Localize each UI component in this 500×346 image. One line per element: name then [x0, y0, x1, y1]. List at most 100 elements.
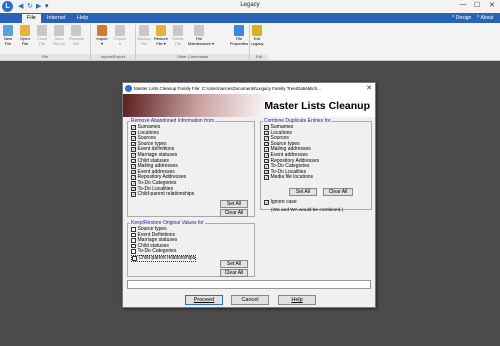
remove-clear-all-button[interactable]: Clear All [220, 209, 248, 217]
remove-box-event-definitions[interactable]: ✓ [131, 147, 136, 152]
ribbon-button-exit-legacy[interactable]: Exit Legacy [250, 25, 264, 46]
remove-box-child-statuses[interactable]: ✓ [131, 158, 136, 163]
design-menu[interactable]: ^ Design [452, 15, 471, 21]
remove-box-mailing-addresses[interactable]: ✓ [131, 164, 136, 169]
maximize-icon[interactable]: ☐ [470, 1, 484, 9]
remove-box-child-parent-relationships[interactable]: ✓ [131, 192, 136, 197]
ignore-case-label: Ignore case [270, 199, 297, 205]
ribbon-button-label: Save File As [52, 36, 65, 46]
ribbon-button-save-file-as[interactable]: Save File As [52, 25, 66, 46]
ribbon-button-backup-file[interactable]: Backup File [137, 25, 151, 46]
ribbon-button-label: File Properties [229, 36, 249, 46]
restore-box-child-statuses[interactable] [131, 243, 136, 249]
restore-box-source-types[interactable] [131, 227, 136, 232]
title-bar: L ◀ ↻ ▶ ▾ Legacy — ☐ ✕ [0, 0, 500, 13]
restore-box-marriage-statuses[interactable] [131, 238, 136, 243]
tab-file[interactable]: File [22, 14, 41, 23]
combine-box-surnames[interactable]: ✓ [264, 125, 269, 130]
menu-bar: File Internet Help ^ Design ^ About [0, 13, 500, 23]
cancel-button[interactable]: Cancel [231, 295, 269, 305]
restore-box-to-do-categories[interactable] [131, 249, 136, 254]
restore-clear-all-button[interactable]: Clear All [220, 269, 248, 277]
combine-box-source-types[interactable]: ✓ [264, 141, 269, 146]
dialog-title-text: Master Lists Cleanup Family File: C:\Use… [134, 86, 322, 91]
file-icon [194, 25, 204, 36]
tab-help[interactable]: Help [72, 14, 93, 23]
restore-checkbox-child-parent-relationships[interactable]: Child-parent relationships [131, 255, 197, 262]
export-icon [115, 25, 125, 36]
remove-box-marriage-statuses[interactable]: ✓ [131, 153, 136, 158]
remove-box-to-do-localities[interactable]: ✓ [131, 186, 136, 191]
close-icon[interactable]: ✕ [485, 1, 499, 9]
combine-clear-all-button[interactable]: Clear All [323, 188, 353, 196]
remove-set-all-button[interactable]: Set All [220, 200, 248, 208]
combine-checkbox-media-file-locations[interactable]: ✓ Media file locations [264, 175, 313, 180]
remove-box-sources[interactable]: ✓ [131, 136, 136, 141]
combine-box-event-addresses[interactable]: ✓ [264, 153, 269, 158]
ribbon-group-import-export: Import/Export [91, 54, 135, 60]
ribbon-button-close-file[interactable]: Close File [35, 25, 49, 46]
help-button[interactable]: Help [278, 295, 316, 305]
combine-box-locations[interactable]: ✓ [264, 130, 269, 135]
ribbon-button-label: Restore File ▾ [154, 36, 169, 46]
restore-icon [156, 25, 166, 36]
ribbon: New File Open File Close File Save File As R… [0, 23, 500, 61]
combine-box-sources[interactable]: ✓ [264, 136, 269, 141]
ribbon-group-file: File [0, 54, 90, 60]
remove-box-surnames[interactable]: ✓ [131, 125, 136, 130]
combine-box-to-do-localities[interactable]: ✓ [264, 169, 269, 174]
minimize-icon[interactable]: — [456, 1, 470, 8]
progress-box [127, 280, 371, 289]
ribbon-button-label: Import ▾ [96, 36, 108, 46]
ribbon-button-new-file[interactable]: New File [1, 25, 15, 46]
combine-duplicates-group: Combine Duplicate Entries for ✓ Surnames ✓… [260, 118, 372, 213]
ribbon-button-label: Close File [36, 36, 48, 46]
remove-box-to-do-categories[interactable]: ✓ [131, 181, 136, 186]
combine-box-media-file-locations[interactable]: ✓ [264, 175, 269, 180]
ribbon-button-export[interactable]: Export ▾ [113, 25, 127, 46]
combine-box-repository-addresses[interactable]: ✓ [264, 158, 269, 163]
ignore-case-box[interactable]: ✓ [264, 200, 269, 205]
restore-box-child-parent-relationships[interactable] [132, 256, 137, 261]
remove-box-locations[interactable]: ✓ [131, 130, 136, 135]
ribbon-button-import[interactable]: Import ▾ [95, 25, 109, 46]
combine-box-to-do-categories[interactable]: ✓ [264, 164, 269, 169]
file-icon [234, 25, 244, 36]
ribbon-button-label: Delete File [172, 36, 184, 46]
ribbon-button-file-properties[interactable]: File Properties [228, 25, 250, 46]
ribbon-button-restore-file[interactable]: Restore File ▾ [154, 25, 168, 46]
import-icon [97, 25, 107, 36]
remove-box-repository-addresses[interactable]: ✓ [131, 175, 136, 180]
restore-box-event-definitions[interactable] [131, 232, 136, 238]
dialog-banner: Master Lists Cleanup [123, 94, 375, 117]
dialog-close-icon[interactable]: ✕ [366, 84, 372, 92]
remove-checkbox-child-parent-relationships[interactable]: ✓ Child-parent relationships [131, 192, 194, 197]
legacy-app-icon [125, 85, 132, 92]
dialog-heading: Master Lists Cleanup [264, 100, 370, 112]
remove-label: Child-parent relationships [137, 191, 195, 198]
combine-box-mailing-addresses[interactable]: ✓ [264, 147, 269, 152]
remove-box-source-types[interactable]: ✓ [131, 141, 136, 146]
combine-label: Media file locations [270, 174, 314, 181]
restore-set-all-button[interactable]: Set All [220, 260, 248, 268]
remove-box-event-addresses[interactable]: ✓ [131, 169, 136, 174]
restore-label: To-Do Categories [137, 248, 177, 255]
ribbon-button-rename-file[interactable]: Rename File [69, 25, 84, 46]
combine-set-all-button[interactable]: Set All [289, 188, 317, 196]
open-icon [20, 25, 30, 36]
ribbon-button-label: Open File [20, 36, 30, 46]
new-icon [3, 25, 13, 36]
restore-checkbox-to-do-categories[interactable]: To-Do Categories [131, 249, 176, 254]
ribbon-button-file-maintenance[interactable]: File Maintenance ▾ [188, 25, 214, 46]
app-title: Legacy [240, 2, 260, 8]
tab-internet[interactable]: Internet [42, 14, 71, 23]
ribbon-button-delete-file[interactable]: Delete File [171, 25, 185, 46]
ribbon-button-open-file[interactable]: Open File [18, 25, 32, 46]
ignore-case-checkbox[interactable]: ✓ Ignore case [264, 200, 297, 205]
about-menu[interactable]: ^ About [477, 15, 494, 21]
proceed-button[interactable]: Proceed [185, 295, 223, 305]
ribbon-button-label: New File [3, 36, 12, 46]
keep-restore-group: Keep/Restore Original Values for Source … [127, 220, 255, 277]
ribbon-group-other-commands: Other Commands [136, 54, 249, 60]
delete-icon [173, 25, 183, 36]
